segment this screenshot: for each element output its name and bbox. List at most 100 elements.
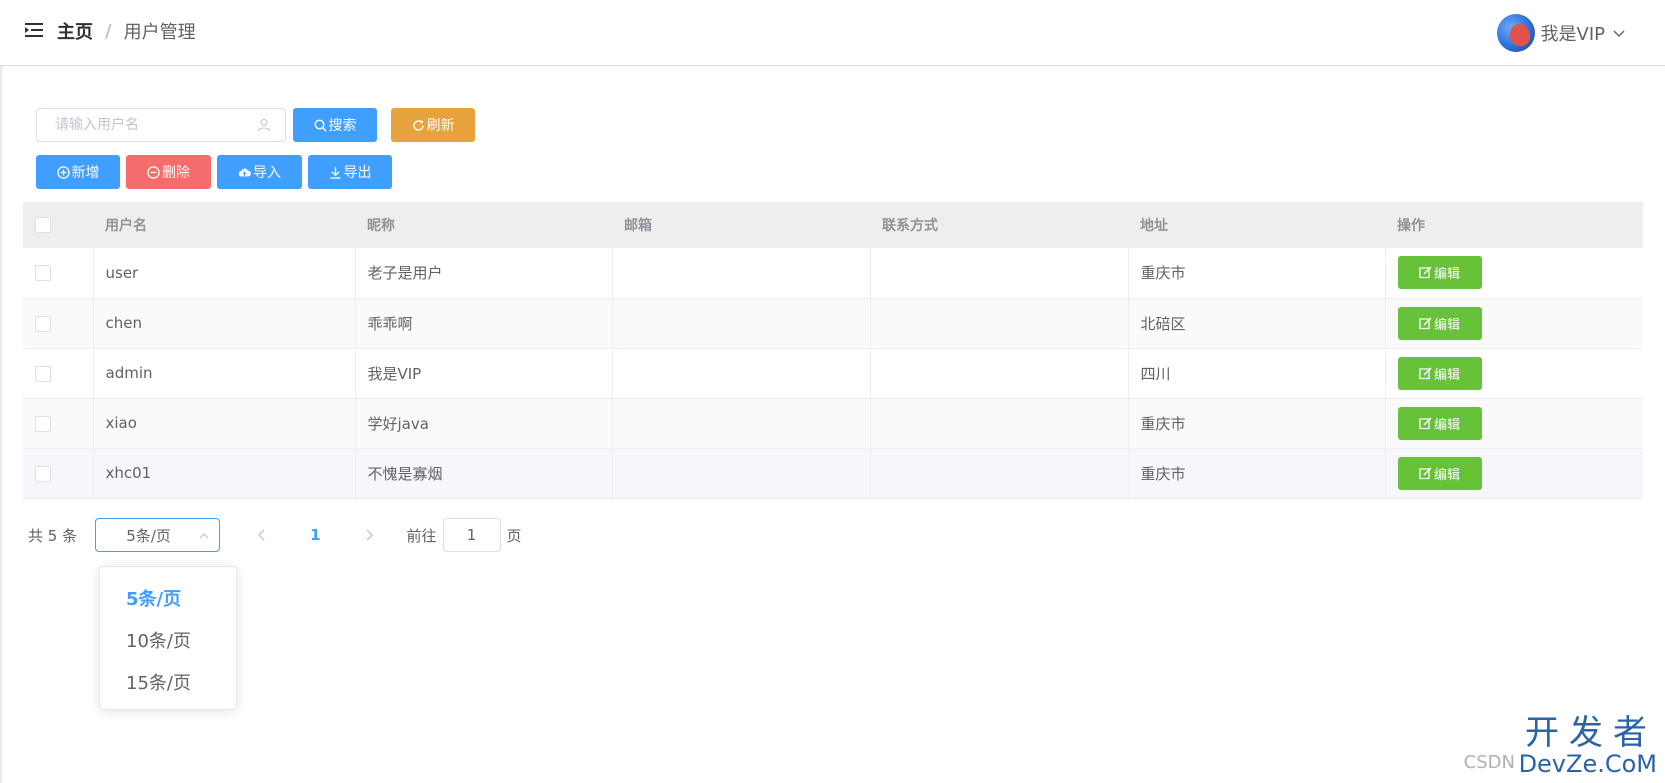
nickname-cell: 我是VIP	[355, 348, 613, 399]
phone-cell	[870, 298, 1129, 349]
delete-button[interactable]: 删除	[126, 155, 211, 189]
nickname-cell: 老子是用户	[355, 248, 613, 299]
nickname-cell: 乖乖啊	[355, 298, 613, 349]
top-header: 主页 / 用户管理 我是VIP	[0, 0, 1665, 66]
cloud-upload-icon	[238, 168, 251, 176]
address-cell: 重庆市	[1128, 248, 1386, 299]
edit-button-label: 编辑	[1433, 267, 1460, 283]
chevron-right-icon	[366, 529, 373, 541]
action-cell: 编辑	[1385, 398, 1643, 449]
edit-button[interactable]: 编辑	[1397, 306, 1482, 340]
chevron-down-icon[interactable]	[1613, 27, 1625, 39]
edit-button[interactable]: 编辑	[1397, 456, 1482, 490]
email-cell	[612, 398, 871, 449]
delete-button-label: 删除	[162, 165, 190, 181]
circle-minus-icon	[147, 165, 160, 179]
edit-button-label: 编辑	[1433, 417, 1460, 433]
user-menu[interactable]: 我是VIP	[1496, 14, 1625, 52]
select-all-checkbox[interactable]	[35, 217, 51, 233]
row-select-cell	[23, 348, 94, 399]
goto-page-input[interactable]	[442, 518, 501, 552]
email-cell	[612, 348, 871, 399]
email-cell	[612, 298, 871, 349]
page-size-dropdown: 5条/页 10条/页 15条/页	[99, 566, 237, 710]
row-checkbox[interactable]	[35, 465, 51, 482]
edit-button[interactable]: 编辑	[1397, 356, 1482, 390]
collapse-menu-icon[interactable]	[25, 22, 43, 38]
edit-icon	[1419, 416, 1432, 429]
pagination-total: 共 5 条	[28, 526, 78, 545]
row-select-cell	[23, 298, 94, 349]
action-cell: 编辑	[1385, 298, 1643, 349]
action-cell: 编辑	[1385, 248, 1643, 299]
import-button[interactable]: 导入	[217, 155, 302, 189]
breadcrumb-separator: /	[105, 20, 112, 42]
row-select-cell	[23, 448, 94, 499]
refresh-button[interactable]: 刷新	[391, 108, 475, 142]
edit-button[interactable]: 编辑	[1397, 406, 1482, 440]
row-checkbox[interactable]	[35, 265, 51, 282]
search-input[interactable]	[55, 109, 265, 141]
page-size-select[interactable]: 5条/页	[95, 518, 221, 552]
csdn-watermark: CSDN	[1463, 752, 1515, 773]
pagination: 共 5 条 5条/页 1 前往 页	[28, 518, 522, 552]
breadcrumb-home[interactable]: 主页	[57, 18, 93, 44]
edit-icon	[1419, 266, 1432, 279]
search-button[interactable]: 搜索	[293, 108, 377, 142]
download-icon	[330, 166, 340, 179]
phone-cell	[870, 398, 1129, 449]
add-button[interactable]: 新增	[36, 155, 120, 189]
page-size-option[interactable]: 15条/页	[100, 663, 236, 705]
username-cell: user	[93, 248, 356, 299]
column-header: 昵称	[355, 202, 612, 248]
select-all-cell	[23, 202, 93, 248]
column-header: 地址	[1128, 202, 1385, 248]
next-page-button[interactable]	[359, 525, 379, 545]
address-cell: 重庆市	[1128, 448, 1386, 499]
table-row[interactable]: chen 乖乖啊 北碚区 编辑	[23, 298, 1643, 349]
page-size-option[interactable]: 10条/页	[100, 621, 236, 663]
username-cell: xhc01	[93, 448, 356, 499]
page-number[interactable]: 1	[310, 526, 320, 544]
edit-icon	[1419, 316, 1432, 329]
row-checkbox[interactable]	[35, 415, 51, 432]
avatar[interactable]	[1496, 14, 1535, 52]
username-search-field[interactable]	[36, 108, 286, 142]
edit-button[interactable]: 编辑	[1397, 256, 1482, 290]
user-table: 用户名 昵称 邮箱 联系方式 地址 操作 user 老子是用户 重庆市 编辑 c…	[23, 202, 1643, 499]
address-cell: 重庆市	[1128, 398, 1386, 449]
table-row[interactable]: admin 我是VIP 四川 编辑	[23, 348, 1643, 399]
circle-plus-icon	[56, 165, 70, 179]
table-row[interactable]: user 老子是用户 重庆市 编辑	[23, 248, 1643, 299]
address-cell: 四川	[1128, 348, 1386, 399]
edit-icon	[1419, 366, 1432, 379]
nickname-cell: 不愧是寡烟	[355, 448, 613, 499]
search-icon	[313, 118, 327, 132]
edit-button-label: 编辑	[1433, 317, 1460, 333]
username-cell: xiao	[93, 398, 356, 449]
row-select-cell	[23, 248, 94, 299]
row-checkbox[interactable]	[35, 315, 51, 332]
phone-cell	[870, 248, 1129, 299]
page-size-option[interactable]: 5条/页	[100, 579, 236, 621]
nickname-cell: 学好java	[355, 398, 613, 449]
left-edge-shadow	[0, 66, 4, 783]
edit-icon	[1419, 466, 1432, 479]
row-checkbox[interactable]	[35, 365, 51, 382]
table-row[interactable]: xhc01 不愧是寡烟 重庆市 编辑	[23, 448, 1643, 499]
export-button[interactable]: 导出	[308, 155, 392, 189]
table-header-row: 用户名 昵称 邮箱 联系方式 地址 操作	[23, 202, 1643, 248]
site-watermark-sub: DevZe.CoM	[1518, 750, 1657, 778]
user-name[interactable]: 我是VIP	[1541, 20, 1605, 46]
search-button-label: 搜索	[328, 118, 357, 134]
column-header: 操作	[1385, 202, 1643, 248]
table-row[interactable]: xiao 学好java 重庆市 编辑	[23, 398, 1643, 449]
prev-page-button[interactable]	[252, 525, 272, 545]
goto-prefix: 前往	[406, 526, 437, 545]
edit-button-label: 编辑	[1433, 367, 1460, 383]
chevron-up-icon	[199, 533, 209, 539]
row-select-cell	[23, 398, 94, 449]
breadcrumb: 主页 / 用户管理	[57, 18, 196, 44]
email-cell	[612, 448, 871, 499]
refresh-icon	[412, 119, 424, 131]
